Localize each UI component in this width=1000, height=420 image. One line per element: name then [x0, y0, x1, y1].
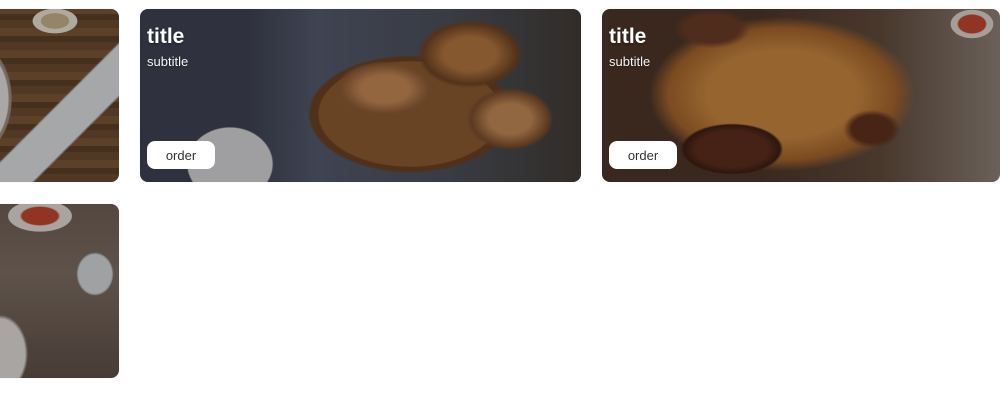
card-title: title — [147, 25, 185, 48]
food-card[interactable] — [0, 9, 119, 182]
order-button[interactable]: order — [147, 141, 215, 169]
food-card[interactable]: title subtitle order — [140, 9, 581, 182]
order-button[interactable]: order — [609, 141, 677, 169]
food-card[interactable] — [0, 204, 119, 378]
card-subtitle: subtitle — [147, 54, 189, 69]
card-subtitle: subtitle — [609, 54, 651, 69]
food-card[interactable]: title subtitle order — [602, 9, 1000, 182]
card-title: title — [609, 25, 647, 48]
